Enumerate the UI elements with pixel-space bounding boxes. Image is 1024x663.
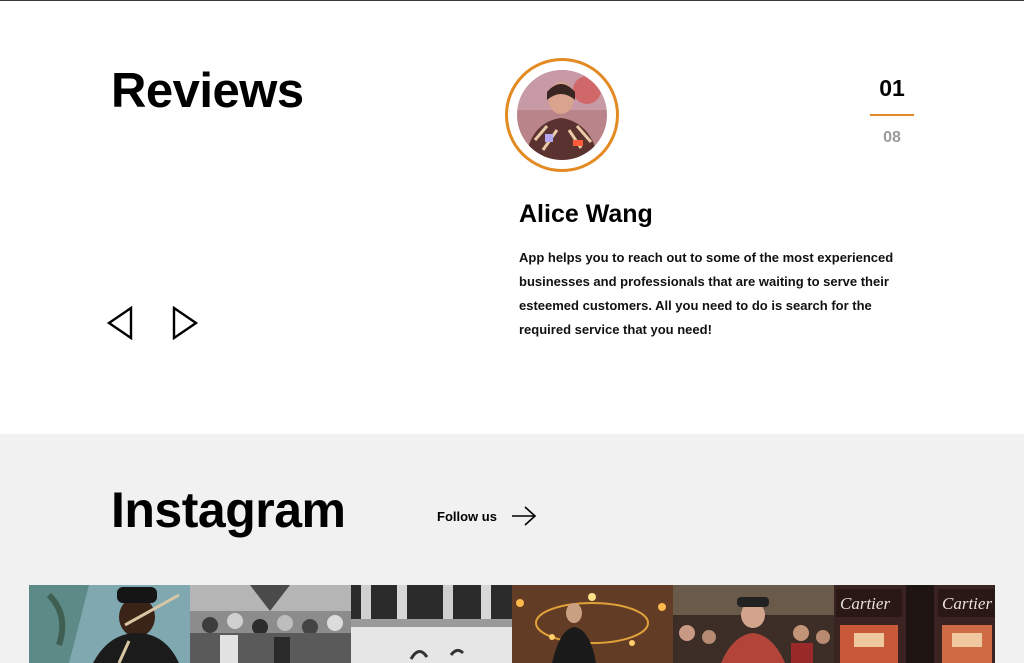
instagram-photo-street-crowd[interactable] (673, 585, 834, 663)
follow-us-link[interactable]: Follow us (437, 504, 537, 528)
instagram-photo-drummer[interactable] (29, 585, 190, 663)
instagram-section: Instagram Follow us Cartier Cartier (0, 434, 1024, 663)
instagram-photo-cartier-store[interactable]: Cartier Cartier (834, 585, 995, 663)
instagram-heading: Instagram (111, 482, 346, 538)
review-counter-divider (870, 114, 914, 116)
review-counter-total: 08 (883, 129, 901, 146)
store-sign-right: Cartier (942, 594, 992, 613)
reviewer-avatar (517, 70, 607, 160)
arrow-right-icon (511, 506, 537, 526)
review-text: App helps you to reach out to some of th… (519, 250, 894, 337)
store-sign-left: Cartier (840, 594, 890, 613)
instagram-gallery: Cartier Cartier (29, 585, 995, 663)
reviews-heading: Reviews (111, 64, 304, 118)
instagram-photo-building[interactable] (351, 585, 512, 663)
triangle-left-icon (106, 306, 133, 340)
reviews-section: Reviews 01 08 Alice Wang App helps you t… (0, 1, 1024, 434)
reviewer-name: Alice Wang (519, 200, 653, 228)
follow-us-label: Follow us (437, 508, 497, 524)
instagram-photo-crowd[interactable] (190, 585, 351, 663)
next-review-button[interactable] (170, 306, 200, 340)
previous-review-button[interactable] (106, 306, 136, 340)
review-counter-current: 01 (879, 75, 905, 101)
triangle-right-icon (172, 306, 199, 340)
instagram-photo-fire-hoop[interactable] (512, 585, 673, 663)
